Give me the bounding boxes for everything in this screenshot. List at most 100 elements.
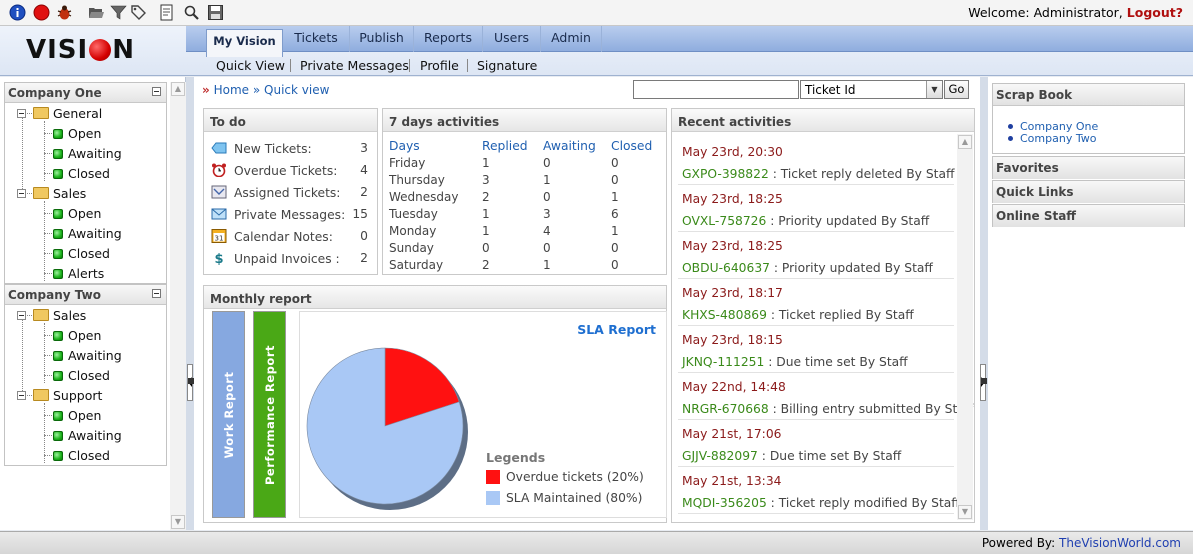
activity-item[interactable]: May 21st, 17:06 GJJV-882097 : Due time se… — [678, 420, 954, 467]
activity-item[interactable]: May 23rd, 18:25 OBDU-640637 : Priority up… — [678, 232, 954, 279]
collapse-icon[interactable] — [152, 87, 161, 96]
ticket-id-link[interactable]: JKNQ-111251 — [682, 355, 764, 369]
tab-users[interactable]: Users — [483, 26, 541, 52]
breadcrumb-home[interactable]: Home — [214, 83, 249, 97]
info-icon[interactable] — [9, 4, 26, 21]
activity-item[interactable]: May 22nd, 14:48 NRGR-670668 : Billing ent… — [678, 373, 973, 420]
tree-folder-general[interactable]: General — [33, 106, 102, 126]
todo-calendar-notes[interactable]: 31 Calendar Notes: 0 — [211, 229, 376, 251]
document-icon[interactable] — [158, 4, 175, 21]
tree-folder-sales[interactable]: Sales — [33, 186, 86, 206]
search-type-select[interactable]: Ticket Id ▼ — [800, 80, 943, 99]
scrap-book-title[interactable]: Scrap Book — [993, 84, 1184, 106]
todo-overdue-tickets[interactable]: Overdue Tickets: 4 — [211, 163, 376, 185]
work-report-tab[interactable]: Work Report — [212, 311, 245, 518]
quick-links-panel[interactable]: Quick Links — [992, 180, 1185, 203]
subnav-quick-view[interactable]: Quick View — [216, 58, 285, 73]
todo-unpaid-invoices[interactable]: $ Unpaid Invoices :2 — [211, 251, 376, 273]
subnav-private-messages[interactable]: Private Messages — [300, 58, 409, 73]
tree-item-closed[interactable]: Closed — [53, 246, 110, 266]
status-dot-icon — [53, 129, 63, 139]
activity-item[interactable]: May 23rd, 18:17 KHXS-480869 : Ticket repl… — [678, 279, 954, 326]
folder-open-icon[interactable] — [88, 4, 105, 21]
ticket-id-link[interactable]: KHXS-480869 — [682, 308, 767, 322]
bug-icon[interactable] — [56, 4, 73, 21]
scroll-up-icon[interactable]: ▲ — [171, 82, 185, 96]
left-scrollbar[interactable] — [170, 82, 186, 530]
tab-publish[interactable]: Publish — [350, 26, 414, 52]
logout-link[interactable]: Logout? — [1127, 5, 1183, 20]
ticket-id-link[interactable]: OVXL-758726 — [682, 214, 766, 228]
ticket-id-link[interactable]: MQDI-356205 — [682, 496, 767, 510]
todo-private-messages[interactable]: Private Messages: 15 — [211, 207, 376, 229]
activity-item[interactable]: May 21st, 13:34 MQDI-356205 : Ticket repl… — [678, 467, 960, 514]
recent-activities-panel: Recent activities May 23rd, 20:30 GXPO-39… — [671, 108, 975, 523]
activity-item[interactable]: May 23rd, 18:15 JKNQ-111251 : Due time se… — [678, 326, 954, 373]
ticket-id-link[interactable]: OBDU-640637 — [682, 261, 770, 275]
todo-assigned-tickets[interactable]: Assigned Tickets: 2 — [211, 185, 376, 207]
tree-item-closed[interactable]: Closed — [53, 448, 110, 468]
tab-reports[interactable]: Reports — [414, 26, 483, 52]
scroll-down-icon[interactable]: ▼ — [958, 505, 972, 519]
tree-item-open[interactable]: Open — [53, 408, 101, 428]
activity-item[interactable]: May 23rd, 20:30 GXPO-398822 : Ticket repl… — [678, 138, 955, 185]
tree-item-awaiting[interactable]: Awaiting — [53, 428, 122, 448]
tree-toggle-icon[interactable] — [17, 189, 26, 198]
collapse-left-icon[interactable] — [187, 364, 194, 401]
tab-tickets[interactable]: Tickets — [283, 26, 350, 52]
search-input[interactable] — [633, 80, 799, 99]
tree-toggle-icon[interactable] — [17, 109, 26, 118]
ticket-id-link[interactable]: GJJV-882097 — [682, 449, 758, 463]
favorites-panel[interactable]: Favorites — [992, 156, 1185, 179]
tags-icon[interactable] — [130, 4, 147, 21]
tab-my-vision[interactable]: My Vision — [206, 29, 283, 57]
activity-item[interactable]: May 23rd, 18:25 OVXL-758726 : Priority up… — [678, 185, 954, 232]
tab-admin[interactable]: Admin — [541, 26, 602, 52]
left-splitter[interactable] — [186, 77, 194, 530]
scrap-item-company-two[interactable]: Company Two — [1007, 132, 1096, 145]
tree-item-awaiting[interactable]: Awaiting — [53, 146, 122, 166]
stop-icon[interactable] — [33, 4, 50, 21]
breadcrumb-current[interactable]: Quick view — [264, 83, 329, 97]
tree-item-open[interactable]: Open — [53, 328, 101, 348]
sla-report-title[interactable]: SLA Report — [577, 322, 656, 337]
tree-item-awaiting[interactable]: Awaiting — [53, 348, 122, 368]
funnel-icon[interactable] — [110, 4, 127, 21]
company-two-title[interactable]: Company Two — [5, 285, 166, 305]
tree-toggle-icon[interactable] — [17, 391, 26, 400]
todo-new-tickets[interactable]: New Tickets: 3 — [211, 141, 376, 163]
main-nav: My Vision Tickets Publish Reports Users … — [186, 26, 1193, 57]
quick-links-title[interactable]: Quick Links — [993, 181, 1184, 203]
tree-folder-sales[interactable]: Sales — [33, 308, 86, 328]
tree-toggle-icon[interactable] — [17, 311, 26, 320]
magnifier-icon[interactable] — [183, 4, 200, 21]
performance-report-tab[interactable]: Performance Report — [253, 311, 286, 518]
tree-item-open[interactable]: Open — [53, 126, 101, 146]
chevron-down-icon[interactable]: ▼ — [926, 81, 942, 98]
column-header: Awaiting — [543, 138, 596, 153]
scroll-down-icon[interactable]: ▼ — [171, 515, 185, 529]
legend-title: Legends — [486, 450, 546, 465]
recent-scrollbar[interactable] — [957, 134, 973, 520]
favorites-title[interactable]: Favorites — [993, 157, 1184, 179]
go-button[interactable]: Go — [944, 80, 969, 99]
company-one-title[interactable]: Company One — [5, 83, 166, 103]
tree-item-closed[interactable]: Closed — [53, 166, 110, 186]
tree-item-open[interactable]: Open — [53, 206, 101, 226]
ticket-id-link[interactable]: GXPO-398822 — [682, 167, 769, 181]
online-staff-panel[interactable]: Online Staff — [992, 204, 1185, 227]
tree-item-alerts[interactable]: Alerts — [53, 266, 104, 286]
subnav-profile[interactable]: Profile — [420, 58, 459, 73]
online-staff-title[interactable]: Online Staff — [993, 205, 1184, 227]
collapse-icon[interactable] — [152, 289, 161, 298]
scroll-up-icon[interactable]: ▲ — [958, 135, 972, 149]
ticket-id-link[interactable]: NRGR-670668 — [682, 402, 769, 416]
tree-item-awaiting[interactable]: Awaiting — [53, 226, 122, 246]
tree-item-closed[interactable]: Closed — [53, 368, 110, 388]
save-icon[interactable] — [207, 4, 224, 21]
right-splitter[interactable] — [980, 77, 988, 530]
collapse-right-icon[interactable] — [980, 364, 987, 401]
tree-folder-support[interactable]: Support — [33, 388, 102, 408]
footer-link[interactable]: TheVisionWorld.com — [1059, 536, 1181, 550]
subnav-signature[interactable]: Signature — [477, 58, 537, 73]
